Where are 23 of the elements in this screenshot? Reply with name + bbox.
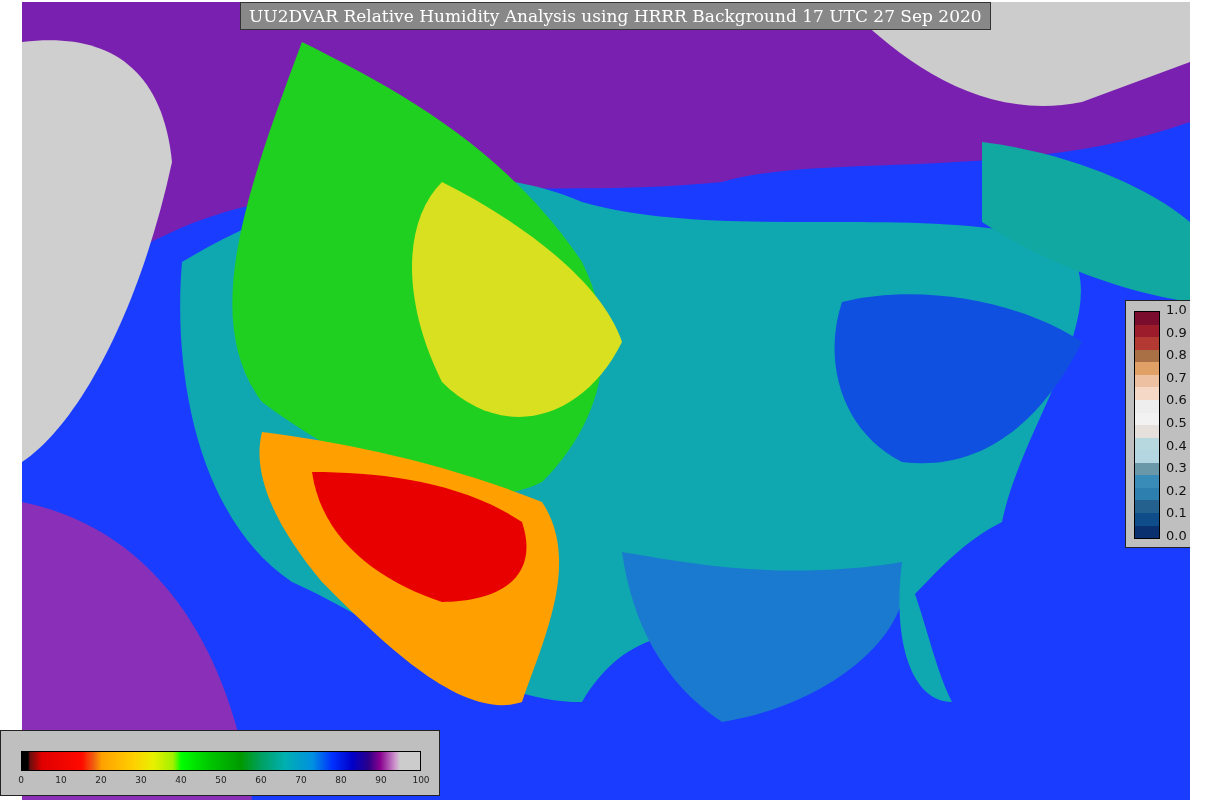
colorbar-tick-label: 50 [215,775,227,785]
legend-tick-label: 1.0 [1166,303,1187,317]
legend-tick-label: 0.1 [1166,506,1187,521]
colorbar-tick-label: 20 [95,775,107,785]
map-title: UU2DVAR Relative Humidity Analysis using HRRR Background 17 UTC 27 Sep 2020 [240,2,991,30]
legend-tick-label: 0.3 [1166,461,1187,476]
colorbar-tick-label: 10 [55,775,67,785]
colorbar-tick-label: 0 [18,775,24,785]
colorbar-tick-label: 100 [412,775,430,785]
legend-tick-label: 0.6 [1166,393,1187,408]
colorbar-tick-label: 40 [175,775,187,785]
colorbar-tick-label: 60 [255,775,267,785]
colorbar-tick-label: 70 [295,775,307,785]
legend-tick-label: 0.5 [1166,415,1187,430]
legend-tick-label: 0.9 [1166,325,1187,340]
legend-tick-label: 0.0 [1166,528,1187,543]
colorbar-tick-label: 90 [375,775,387,785]
legend-tick-label: 0.8 [1166,348,1187,363]
legend-tick-label: 0.4 [1166,438,1187,453]
legend-tick-label: 0.7 [1166,370,1187,385]
colorbar-tick-label: 30 [135,775,147,785]
colorbar-tick-label: 80 [335,775,347,785]
legend-tick-label: 0.2 [1166,483,1187,498]
